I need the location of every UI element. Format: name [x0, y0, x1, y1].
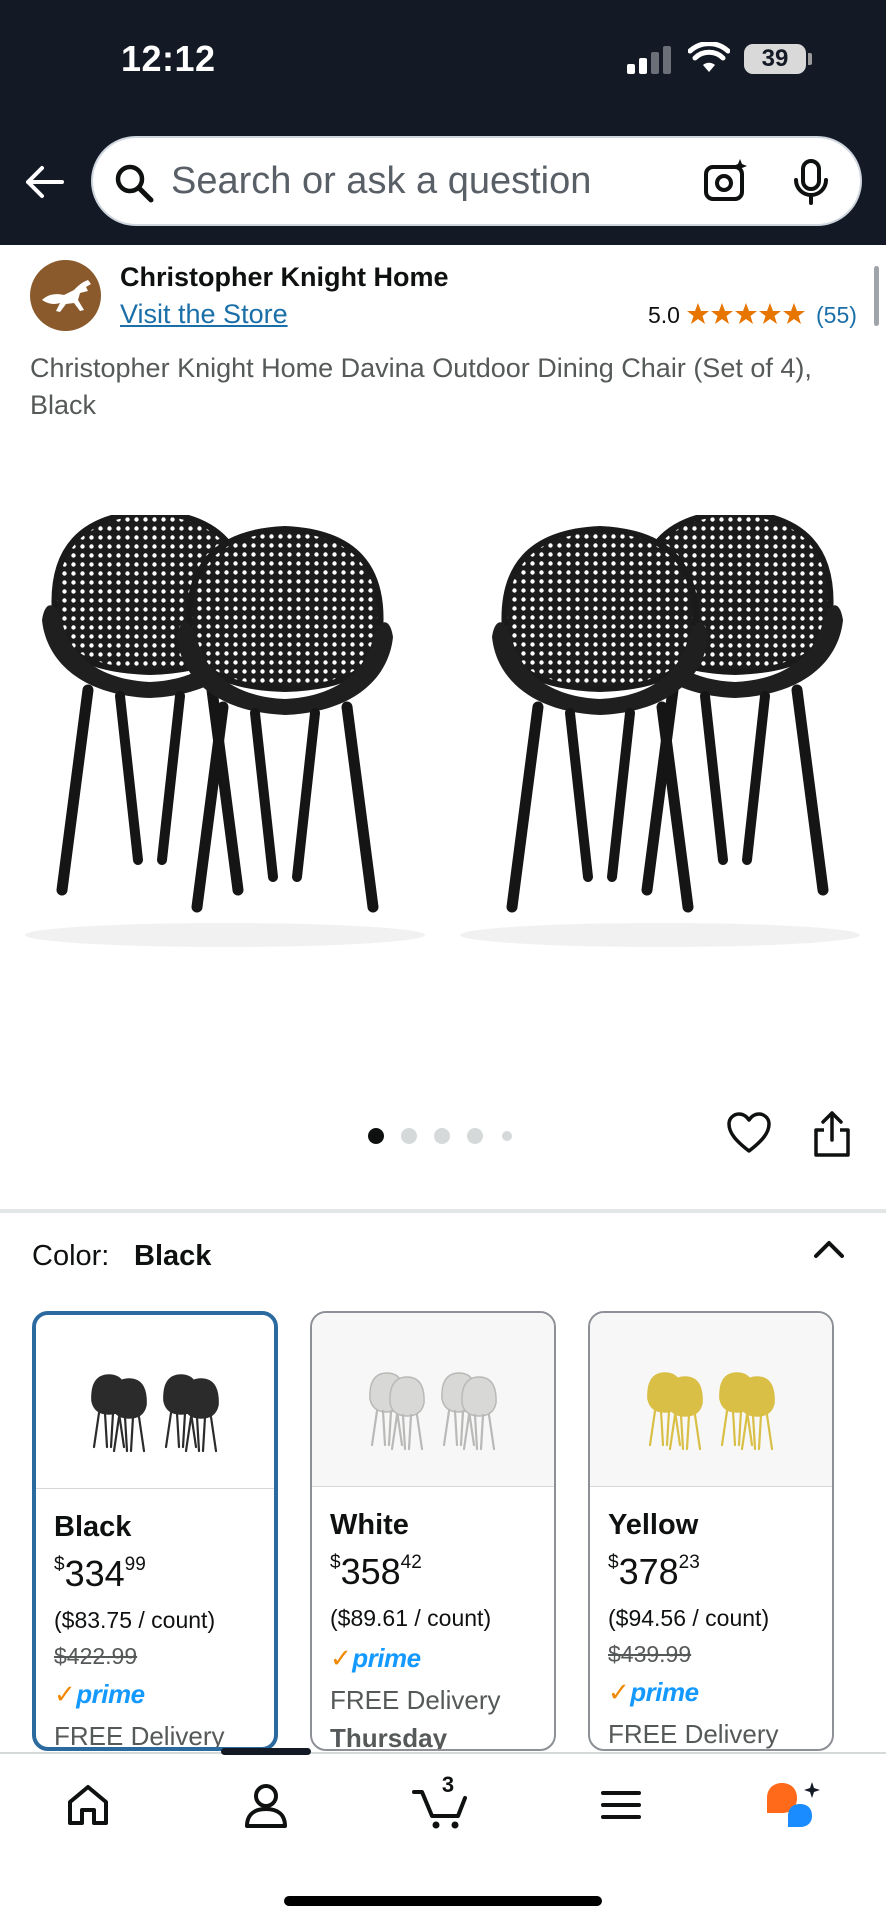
battery-level: 39	[761, 45, 789, 72]
prime-badge: ✓prime	[330, 1643, 421, 1674]
delivery-text: FREE Delivery	[608, 1719, 779, 1749]
camera-lens-icon[interactable]	[702, 157, 750, 205]
home-indicator	[284, 1896, 602, 1906]
price-symbol: $	[608, 1552, 619, 1573]
wifi-icon	[688, 42, 730, 72]
chevron-up-icon[interactable]	[812, 1236, 846, 1262]
store-name: Christopher Knight Home	[120, 262, 449, 292]
mini-chair	[461, 1376, 497, 1451]
color-option-white[interactable]: White $35842 ($89.61 / count) ✓prime FRE…	[310, 1311, 556, 1751]
price-symbol: $	[54, 1554, 65, 1575]
carousel-dot[interactable]	[434, 1128, 450, 1144]
unit-price: ($83.75 / count)	[54, 1607, 216, 1633]
carousel-dot[interactable]	[368, 1128, 384, 1144]
mini-chair	[389, 1376, 425, 1451]
price-symbol: $	[330, 1552, 341, 1573]
color-option-black[interactable]: Black $33499 ($83.75 / count) $422.99 ✓p…	[32, 1311, 278, 1751]
unit-price: ($94.56 / count)	[608, 1605, 770, 1631]
chair-set-thumbnail	[647, 1372, 775, 1451]
prime-check-icon: ✓	[608, 1677, 630, 1707]
back-arrow-icon[interactable]	[22, 160, 66, 204]
selected-color: Black	[134, 1240, 212, 1272]
battery-nub	[808, 53, 812, 65]
prime-label: prime	[76, 1679, 145, 1709]
carousel-dot[interactable]	[502, 1131, 512, 1141]
prime-check-icon: ✓	[330, 1643, 352, 1673]
bottom-navigation: 3	[0, 1748, 886, 1920]
mini-chair	[111, 1378, 147, 1453]
unit-price: ($89.61 / count)	[330, 1605, 492, 1631]
carousel-dot[interactable]	[401, 1128, 417, 1144]
share-icon[interactable]	[812, 1110, 852, 1158]
swatch-name: Yellow	[608, 1509, 699, 1541]
status-time: 12:12	[121, 38, 216, 79]
heart-icon[interactable]	[726, 1111, 772, 1155]
cart-count: 3	[441, 1772, 455, 1797]
store-logo[interactable]	[30, 260, 101, 331]
search-icon	[115, 164, 154, 203]
chair-set-thumbnail	[369, 1372, 497, 1451]
delivery-day: Thursday	[330, 1723, 448, 1751]
menu-icon[interactable]	[596, 1780, 646, 1830]
price-whole: 358	[340, 1551, 401, 1592]
visit-store-link[interactable]: Visit the Store	[120, 299, 288, 330]
home-icon[interactable]	[63, 1780, 113, 1830]
image-carousel-dots[interactable]	[368, 1128, 518, 1144]
scrollbar[interactable]	[874, 266, 879, 326]
star-rating-icon[interactable]	[686, 300, 808, 328]
price-whole: 334	[64, 1553, 125, 1594]
swatch-image	[36, 1315, 274, 1489]
swatch-price: $33499	[54, 1553, 146, 1595]
swatch-price: $35842	[330, 1551, 422, 1593]
prime-label: prime	[630, 1677, 699, 1707]
prime-badge: ✓prime	[608, 1677, 699, 1708]
list-price: $422.99	[54, 1643, 138, 1669]
price-fraction: 42	[400, 1552, 422, 1573]
review-count-link[interactable]: (55)	[816, 302, 857, 329]
price-fraction: 23	[678, 1552, 700, 1573]
swatch-image	[312, 1313, 554, 1487]
section-divider	[0, 1209, 886, 1213]
search-placeholder: Search or ask a question	[171, 160, 592, 202]
microphone-icon[interactable]	[793, 158, 829, 206]
color-option-yellow[interactable]: Yellow $37823 ($94.56 / count) $439.99 ✓…	[588, 1311, 834, 1751]
chair-set-thumbnail	[91, 1374, 219, 1453]
carousel-dot[interactable]	[467, 1128, 483, 1144]
account-icon[interactable]	[241, 1780, 291, 1830]
swatch-image	[590, 1313, 832, 1487]
search-input[interactable]: Search or ask a question	[91, 136, 862, 226]
swatch-name: White	[330, 1509, 409, 1541]
rating-value: 5.0	[648, 302, 680, 328]
product-image[interactable]	[15, 515, 870, 955]
list-price: $439.99	[608, 1641, 692, 1667]
swatch-name: Black	[54, 1511, 132, 1543]
price-whole: 378	[618, 1551, 679, 1592]
swatch-price: $37823	[608, 1551, 700, 1593]
color-label: Color:	[32, 1240, 110, 1272]
delivery-text: FREE Delivery	[330, 1685, 501, 1715]
prime-check-icon: ✓	[54, 1679, 76, 1709]
active-tab-indicator	[221, 1748, 311, 1755]
price-fraction: 99	[124, 1554, 146, 1575]
product-title: Christopher Knight Home Davina Outdoor D…	[30, 353, 812, 420]
cellular-signal-icon	[627, 46, 673, 74]
mini-chair	[183, 1378, 219, 1453]
top-header: 12:12 39 Search or ask a question	[0, 0, 886, 245]
mini-chair	[739, 1376, 775, 1451]
rufus-assistant-icon[interactable]	[764, 1780, 824, 1830]
prime-label: prime	[352, 1643, 421, 1673]
prime-badge: ✓prime	[54, 1679, 145, 1710]
delivery-text: FREE Delivery	[54, 1721, 225, 1751]
mini-chair	[667, 1376, 703, 1451]
horse-logo-icon	[42, 280, 91, 312]
